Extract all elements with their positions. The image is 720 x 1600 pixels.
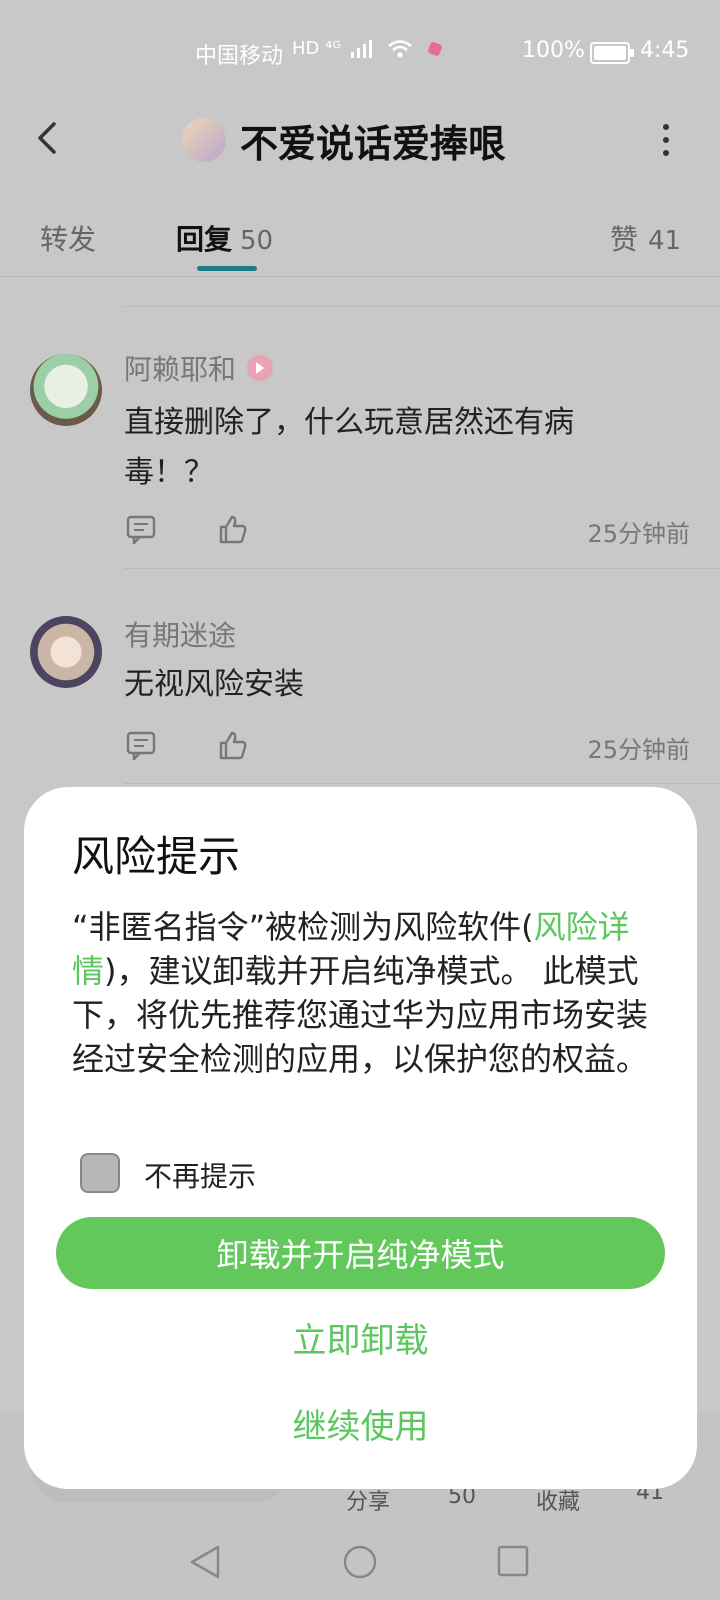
tab-like[interactable]: 赞 41 [610,218,681,258]
chevron-left-icon[interactable] [28,118,68,158]
comment-actions: 25分钟前 [124,514,690,554]
battery-percent: 100% [522,38,585,63]
continue-using-button[interactable]: 继续使用 [24,1399,697,1448]
avatar[interactable] [30,616,102,688]
thumbs-up-icon[interactable] [218,730,248,760]
dialog-message: “非匿名指令”被检测为风险软件(风险详情)，建议卸载并开启纯净模式。 此模式下，… [72,905,652,1081]
risk-dialog: 风险提示 “非匿名指令”被检测为风险软件(风险详情)，建议卸载并开启纯净模式。 … [24,787,697,1489]
battery-icon [590,42,634,64]
network-indicator: HD ⁴ᴳ [292,38,444,59]
uninstall-and-enable-pure-mode-button[interactable]: 卸载并开启纯净模式 [56,1217,665,1289]
list-item: 有期迷途 无视风险安装 25分钟前 [0,568,720,783]
dialog-message-part1: “非匿名指令”被检测为风险软件( [72,908,534,946]
avatar[interactable] [30,354,102,426]
comment-text: 无视风险安装 [124,667,304,702]
back-triangle-icon[interactable] [188,1544,222,1580]
comment-author[interactable]: 阿赖耶和 [124,348,274,388]
tab-bar: 转发 回复 50 赞 41 [0,200,720,277]
tab-reply[interactable]: 回复 50 [176,218,273,258]
list-item: 阿赖耶和 直接删除了，什么玩意居然还有病毒！？ 25分钟前 [0,306,720,568]
recents-square-icon[interactable] [496,1544,530,1578]
system-nav-bar [0,1524,720,1600]
comment-time: 25分钟前 [587,520,690,548]
divider [124,783,720,784]
clock: 4:45 [640,38,690,63]
comment-icon[interactable] [126,514,156,544]
tab-reply-label: 回复 [176,223,233,256]
comment-actions: 25分钟前 [124,730,690,770]
tab-like-count: 41 [648,226,682,256]
network-label: HD ⁴ᴳ [292,38,342,59]
tab-forward[interactable]: 转发 [40,218,96,258]
thumbs-up-icon[interactable] [218,514,248,544]
page-title: 不爱说话爱捧哏 [240,121,507,166]
tab-reply-count: 50 [240,226,274,256]
dialog-title: 风险提示 [72,832,241,881]
header: 不爱说话爱捧哏 [0,98,720,178]
more-vertical-icon[interactable] [660,124,672,156]
comment-icon[interactable] [126,730,156,760]
uninstall-now-button[interactable]: 立即卸载 [24,1313,697,1362]
dialog-message-part2: )，建议卸载并开启纯净模式。 此模式下，将优先推荐您通过华为应用市场安装经过安全… [72,952,649,1078]
wifi-icon [387,40,412,58]
dont-remind-checkbox[interactable] [80,1153,120,1193]
comment-time: 25分钟前 [587,736,690,764]
comment-author-name: 阿赖耶和 [124,353,237,386]
title-group: 不爱说话爱捧哏 [182,110,506,170]
app-notification-icon [428,42,443,56]
avatar[interactable] [182,118,226,162]
carrier-label: 中国移动 [195,44,284,69]
tab-like-label: 赞 [610,223,639,256]
comment-text: 直接删除了，什么玩意居然还有病毒！？ [124,405,574,490]
tab-forward-label: 转发 [40,223,97,256]
status-bar: 中国移动 HD ⁴ᴳ 100% 4:45 [0,0,720,110]
signal-icon [350,40,372,58]
level-badge-icon [247,355,274,381]
dont-remind-label[interactable]: 不再提示 [144,1155,256,1195]
home-circle-icon[interactable] [342,1544,378,1580]
tab-indicator [197,266,257,271]
comment-author-name[interactable]: 有期迷途 [124,614,236,654]
